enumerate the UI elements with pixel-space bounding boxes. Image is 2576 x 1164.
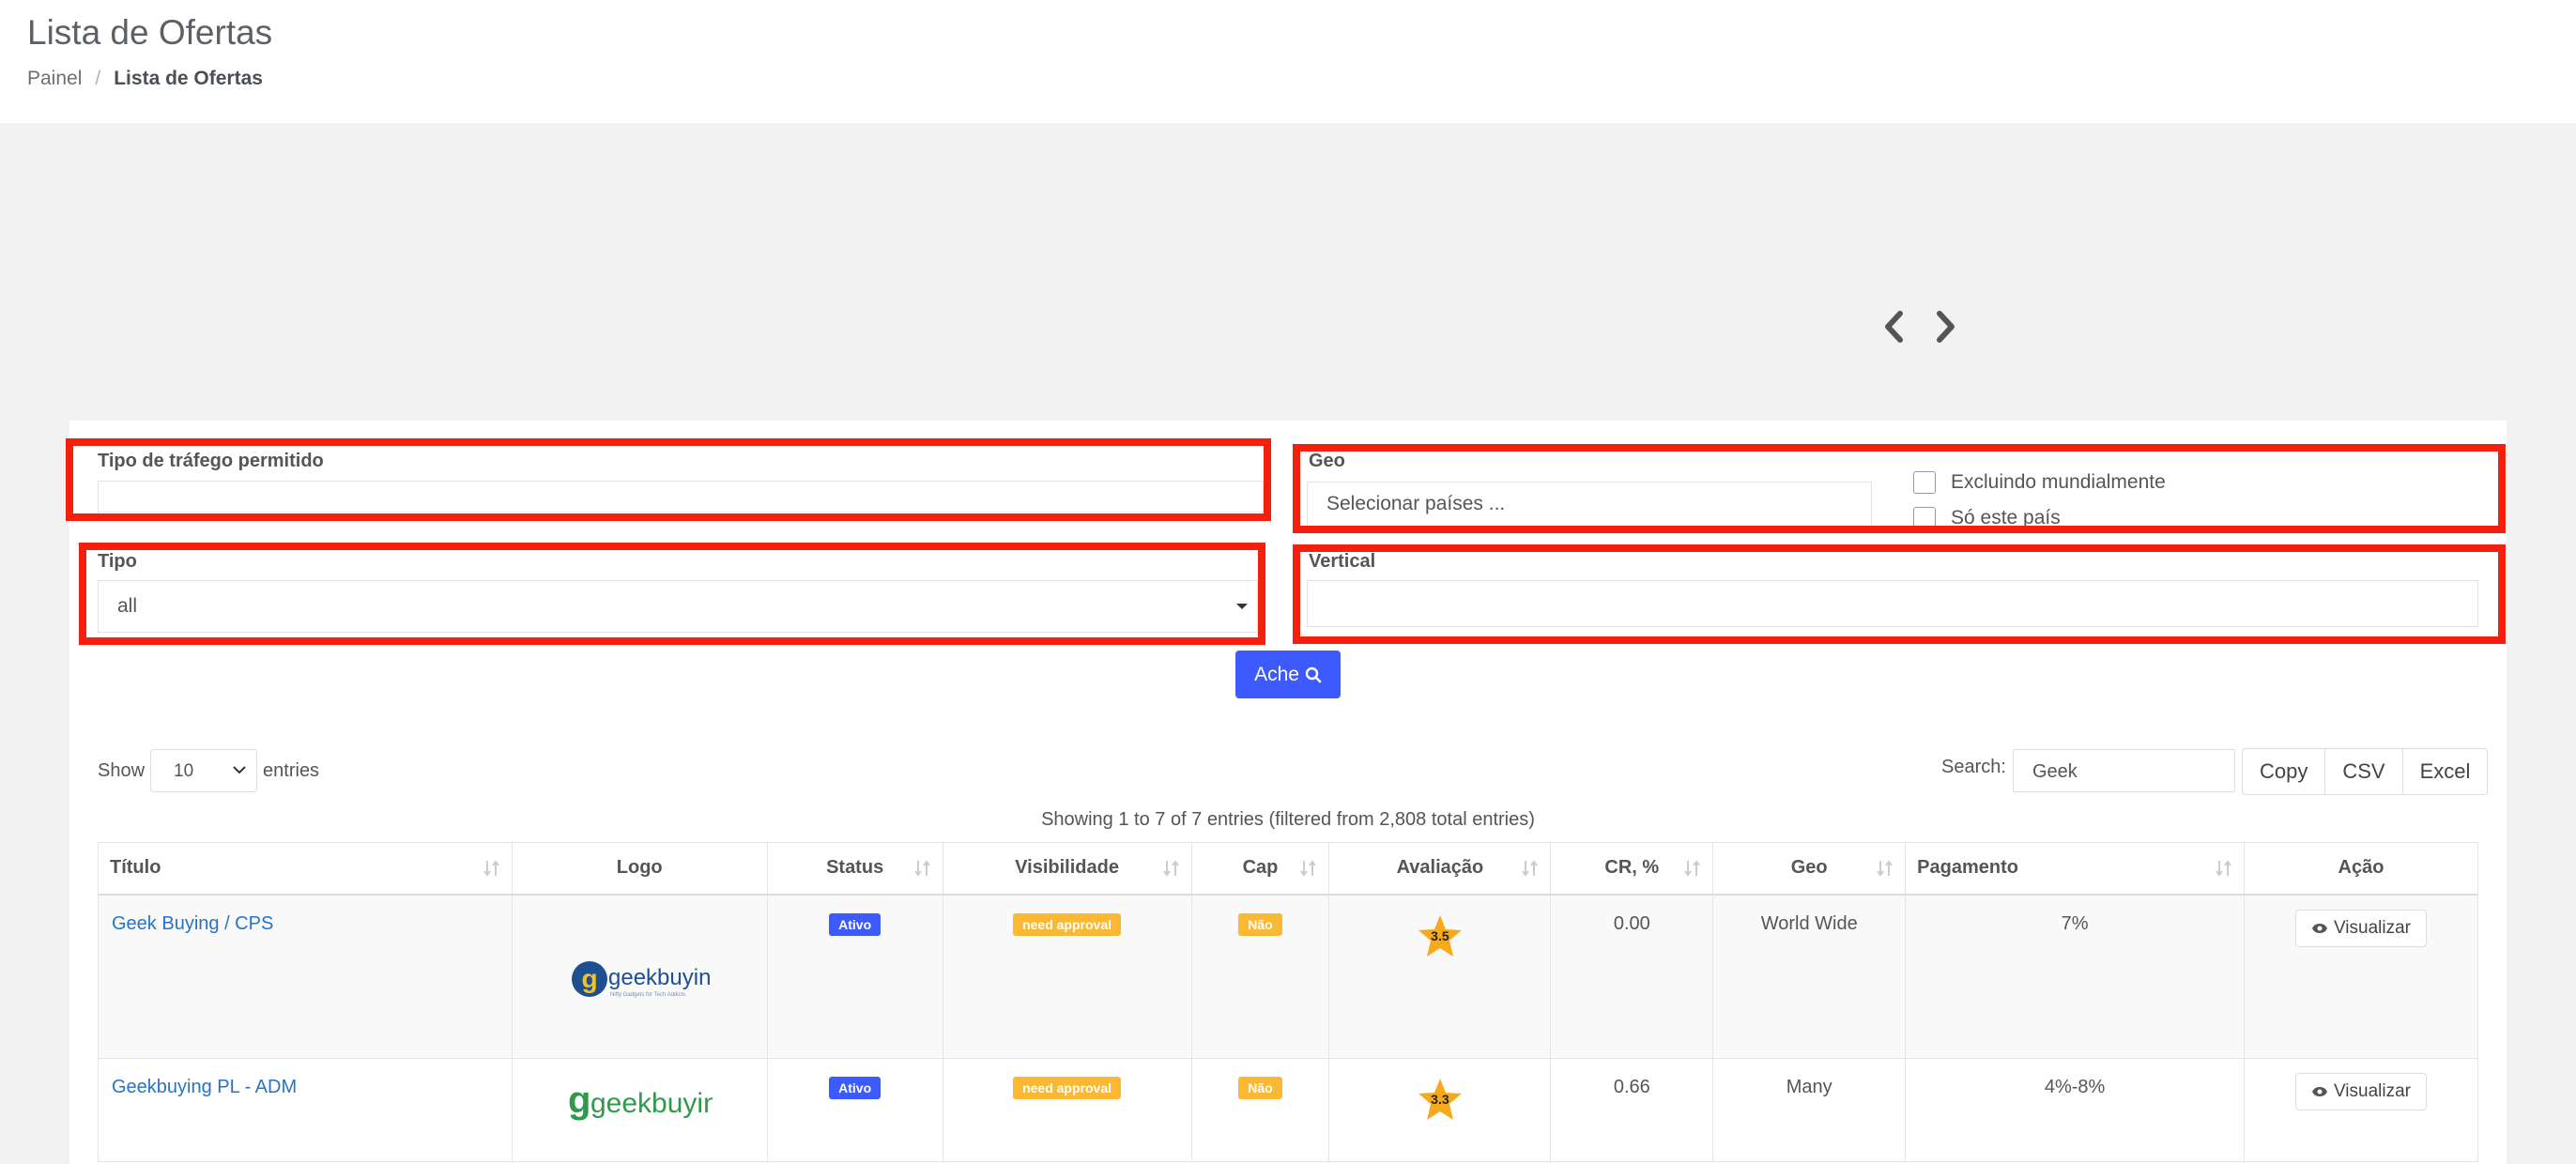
logo-wordmark: geekbuying.pl (590, 1088, 713, 1119)
chevron-right-icon[interactable] (1928, 308, 1962, 345)
status-cell: Ativo (766, 1058, 943, 1162)
cap-badge: Não (1238, 1077, 1282, 1099)
offer-title-link[interactable]: Geek Buying / CPS (112, 913, 273, 934)
sort-icon[interactable] (1162, 859, 1180, 878)
page-title: Lista de Ofertas (27, 13, 273, 52)
csv-button[interactable]: CSV (2325, 749, 2403, 794)
sort-icon[interactable] (483, 859, 500, 878)
rating-star-icon: 3.5 (1417, 913, 1464, 958)
entries-length-select[interactable]: 10 (150, 749, 258, 792)
cap-cell: Não (1190, 1058, 1330, 1162)
rating-value: 3.5 (1431, 927, 1449, 943)
table-info: Showing 1 to 7 of 7 entries (filtered fr… (1041, 809, 1535, 830)
table-search-value: Geek (2032, 761, 2078, 782)
cr-cell: 0.00 (1550, 894, 1714, 1059)
col-header-action: Ação (2243, 842, 2479, 896)
table-header-row: Título Logo Status Visibilidade Cap Aval… (98, 842, 2479, 896)
logo-wordmark: geekbuying (608, 965, 710, 990)
eye-icon (2311, 1087, 2327, 1096)
payout-cell: 4%-8% (1905, 1058, 2245, 1162)
rating-cell: 3.5 (1328, 894, 1552, 1059)
highlight-tipo (79, 543, 1265, 645)
page-header: Lista de Ofertas Painel / Lista de Ofertas (0, 0, 2576, 123)
breadcrumb-current: Lista de Ofertas (114, 68, 263, 89)
col-header-payout[interactable]: Pagamento (1905, 842, 2245, 896)
visibility-badge: need approval (1013, 1077, 1121, 1099)
col-header-geo[interactable]: Geo (1712, 842, 1907, 896)
breadcrumb-home[interactable]: Painel (27, 68, 82, 89)
col-header-status[interactable]: Status (766, 842, 943, 896)
logo-tagline: Nifty Gadgets for Tech Addicts (610, 992, 685, 998)
geekbuying-pl-logo: g geekbuying.pl (566, 1071, 764, 1127)
offer-title-cell: Geek Buying / CPS (98, 894, 513, 1059)
rating-value: 3.3 (1431, 1092, 1449, 1107)
table-row: Geekbuying PL - ADM g geekbuying.pl Ativ… (98, 1058, 2479, 1162)
chevron-left-icon[interactable] (1878, 308, 1911, 345)
export-buttons: Copy CSV Excel (2242, 748, 2489, 795)
view-offer-button[interactable]: Visualizar (2294, 1073, 2427, 1110)
offer-title-link[interactable]: Geekbuying PL - ADM (112, 1077, 297, 1097)
offers-table: Título Logo Status Visibilidade Cap Aval… (98, 842, 2479, 1162)
chevron-down-icon (233, 766, 246, 774)
sort-icon[interactable] (1300, 859, 1317, 878)
offer-logo-cell: g geekbuying Nifty Gadgets for Tech Addi… (511, 894, 768, 1059)
excel-button[interactable]: Excel (2403, 749, 2488, 794)
svg-text:g: g (582, 964, 598, 993)
col-header-title[interactable]: Título (98, 842, 513, 896)
geo-cell: World Wide (1712, 894, 1907, 1059)
geekbuying-logo: g geekbuying Nifty Gadgets for Tech Addi… (569, 957, 724, 1003)
sort-icon[interactable] (2216, 859, 2232, 878)
highlight-geo (1293, 444, 2506, 533)
view-offer-button[interactable]: Visualizar (2294, 909, 2427, 947)
sort-icon[interactable] (1877, 859, 1894, 878)
highlight-traffic-type (66, 438, 1271, 521)
visibility-cell: need approval (942, 1058, 1192, 1162)
breadcrumb: Painel / Lista de Ofertas (27, 68, 263, 90)
entries-length-control: Show 10 entries (98, 749, 319, 792)
svg-text:g: g (568, 1080, 590, 1121)
col-header-cr[interactable]: CR, % (1550, 842, 1714, 896)
find-offers-button[interactable]: Ache (1235, 651, 1341, 698)
sort-icon[interactable] (1522, 859, 1539, 878)
col-header-visibility[interactable]: Visibilidade (942, 842, 1192, 896)
highlight-vertical (1293, 544, 2506, 644)
rating-star-icon: 3.3 (1417, 1077, 1464, 1122)
entries-length-value: 10 (174, 761, 194, 781)
col-header-cap[interactable]: Cap (1190, 842, 1330, 896)
geo-cell: Many (1712, 1058, 1907, 1162)
action-cell: Visualizar (2243, 1058, 2479, 1162)
rating-cell: 3.3 (1328, 1058, 1552, 1162)
cr-cell: 0.66 (1550, 1058, 1714, 1162)
view-offer-label: Visualizar (2333, 917, 2411, 938)
view-offer-label: Visualizar (2333, 1081, 2411, 1101)
status-cell: Ativo (766, 894, 943, 1059)
action-cell: Visualizar (2243, 894, 2479, 1059)
find-offers-button-label: Ache (1254, 663, 1299, 685)
col-header-logo: Logo (511, 842, 768, 896)
search-icon (1305, 666, 1322, 682)
status-badge: Ativo (829, 912, 882, 936)
offer-logo-cell: g geekbuying.pl (511, 1058, 768, 1162)
sort-icon[interactable] (1684, 859, 1701, 878)
payout-cell: 7% (1905, 894, 2245, 1059)
visibility-badge: need approval (1013, 912, 1121, 936)
col-header-rating[interactable]: Avaliação (1328, 842, 1552, 896)
visibility-cell: need approval (942, 894, 1192, 1059)
offer-title-cell: Geekbuying PL - ADM (98, 1058, 513, 1162)
status-badge: Ativo (829, 1077, 882, 1099)
cap-cell: Não (1190, 894, 1330, 1059)
table-row: Geek Buying / CPS g geekbuying Nifty Gad… (98, 894, 2479, 1059)
breadcrumb-separator: / (95, 68, 101, 89)
table-search-input[interactable]: Geek (2013, 749, 2235, 792)
entries-label: entries (263, 759, 320, 781)
show-label: Show (98, 759, 146, 781)
cap-badge: Não (1238, 912, 1282, 936)
copy-button[interactable]: Copy (2243, 749, 2326, 794)
eye-icon (2311, 923, 2327, 933)
table-search-label: Search: (1941, 757, 2006, 777)
sort-icon[interactable] (913, 859, 931, 878)
